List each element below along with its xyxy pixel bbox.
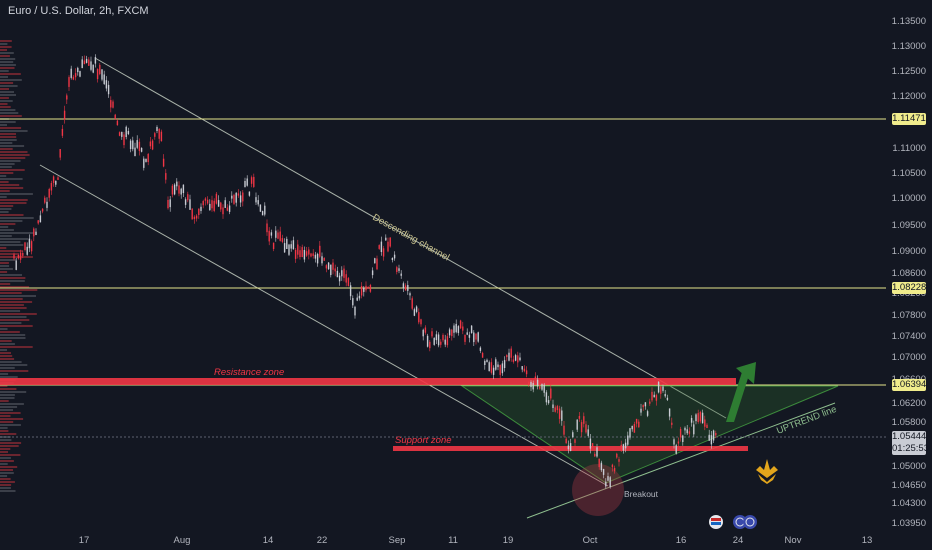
price-tick-label: 1.07000 xyxy=(891,352,926,363)
time-tick-label: Oct xyxy=(582,535,598,546)
time-tick-label: Nov xyxy=(784,535,802,546)
price-tick-label: 1.05000 xyxy=(891,461,926,472)
price-tick-label: 1.09500 xyxy=(891,220,926,231)
price-tick-label: 1.07800 xyxy=(891,310,926,321)
price-tick-label: 1.06200 xyxy=(891,398,926,409)
level-badge-2: 1.08228 xyxy=(892,282,927,294)
time-tick-label: 16 xyxy=(675,535,687,546)
time-tick-label: 19 xyxy=(502,535,514,546)
time-tick-label: Sep xyxy=(388,535,406,546)
chart-title: Euro / U.S. Dollar, 2h, FXCM xyxy=(8,5,149,17)
price-tick-label: 1.04650 xyxy=(891,480,926,491)
price-tick-label: 1.13000 xyxy=(891,41,926,52)
support-label: Support zone xyxy=(395,435,452,446)
price-tick-label: 1.10000 xyxy=(891,193,926,204)
level-badge-3: 1.06394 xyxy=(892,379,927,391)
price-tick-label: 1.09000 xyxy=(891,246,926,257)
flag-icon[interactable] xyxy=(709,515,723,529)
breakout-label: Breakout xyxy=(624,489,659,499)
price-chart[interactable]: Resistance zone Support zone Descending … xyxy=(0,0,932,550)
resistance-zone xyxy=(0,378,736,385)
time-tick-label: 11 xyxy=(448,535,458,546)
breakout-circle xyxy=(572,464,624,516)
time-tick-label: 22 xyxy=(316,535,328,546)
price-tick-label: 1.04300 xyxy=(891,498,926,509)
level-badge-1: 1.11471 xyxy=(892,113,926,125)
price-tick-label: 1.07400 xyxy=(891,331,926,342)
time-tick-label: 13 xyxy=(861,535,873,546)
time-tick-label: Aug xyxy=(173,535,191,546)
channel-label: Descending channel xyxy=(371,212,452,263)
time-tick-label: 14 xyxy=(262,535,274,546)
price-tick-label: 1.03950 xyxy=(891,518,926,529)
crown-logo-icon xyxy=(756,459,778,484)
globe-icon[interactable] xyxy=(743,515,757,529)
channel-lower-line xyxy=(39,164,609,487)
volume-profile xyxy=(0,40,38,492)
price-tick-label: 1.13500 xyxy=(891,16,926,27)
price-tick-label: 1.12500 xyxy=(891,66,926,77)
current-price-value: 1.05444 xyxy=(892,431,927,442)
price-tick-label: 1.05800 xyxy=(891,417,926,428)
price-tick-label: 1.10500 xyxy=(891,168,926,179)
time-tick-label: 24 xyxy=(732,535,744,546)
current-price-badge: 1.05444 01:25:53 xyxy=(892,431,929,455)
price-tick-label: 1.08600 xyxy=(891,268,926,279)
resistance-label: Resistance zone xyxy=(214,367,284,378)
price-tick-label: 1.12000 xyxy=(891,91,926,102)
countdown-value: 01:25:53 xyxy=(892,443,929,454)
price-tick-label: 1.11000 xyxy=(892,143,926,154)
time-tick-label: 17 xyxy=(78,535,90,546)
